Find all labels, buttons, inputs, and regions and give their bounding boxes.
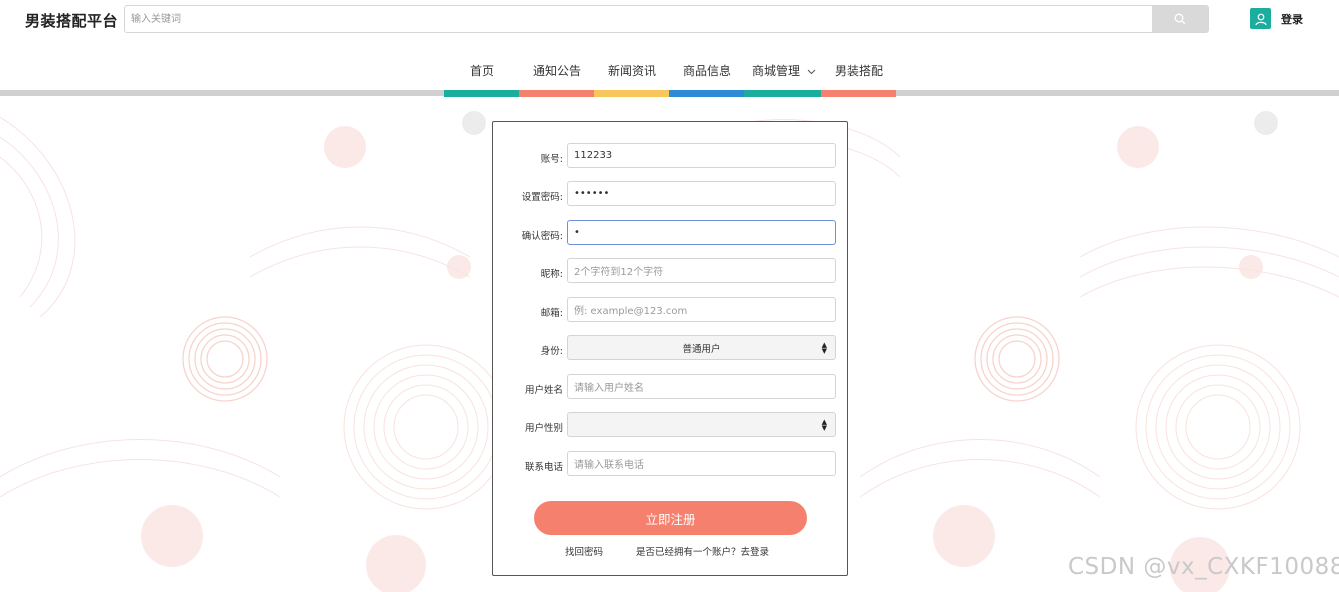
nav-item-mall-label: 商城管理 <box>752 64 801 78</box>
site-logo[interactable]: 男装搭配平台 <box>25 10 118 31</box>
nav-color-bar <box>519 90 594 97</box>
user-name-field[interactable]: 请输入用户姓名 <box>567 374 836 399</box>
account-label: 账号: <box>540 154 563 165</box>
email-field[interactable]: 例: example@123.com <box>567 297 836 322</box>
nav-item-outfits[interactable]: 男装搭配 <box>835 62 883 79</box>
select-arrows-icon: ▲ ▼ <box>821 418 827 432</box>
register-form: 账号: 112233 设置密码: •••••• 确认密码: • 昵称: 2个字符… <box>492 121 848 576</box>
confirm-password-field[interactable]: • <box>567 220 836 245</box>
forgot-password-link[interactable]: 找回密码 <box>565 544 603 558</box>
login-link[interactable]: 登录 <box>1281 11 1303 27</box>
phone-field[interactable]: 请输入联系电话 <box>567 451 836 476</box>
phone-label: 联系电话 <box>524 462 563 473</box>
go-login-link[interactable]: 是否已经拥有一个账户？去登录 <box>636 544 769 558</box>
search-button[interactable] <box>1152 6 1208 32</box>
nav-item-news[interactable]: 新闻资讯 <box>608 62 656 79</box>
nickname-field[interactable]: 2个字符到12个字符 <box>567 258 836 283</box>
nav-color-bar <box>444 90 519 97</box>
nav-color-bar <box>669 90 744 97</box>
user-icon[interactable] <box>1250 8 1271 29</box>
email-label: 邮箱: <box>540 308 563 319</box>
nav-item-products[interactable]: 商品信息 <box>683 62 731 79</box>
gender-label: 用户性别 <box>524 423 563 434</box>
identity-select[interactable]: 普通用户 ▲ ▼ <box>567 335 836 360</box>
nav-item-home[interactable]: 首页 <box>470 62 494 79</box>
top-bar: 男装搭配平台 登录 <box>0 0 1339 40</box>
password-field[interactable]: •••••• <box>567 181 836 206</box>
chevron-down-icon <box>807 69 816 74</box>
user-name-label: 用户姓名 <box>524 385 563 396</box>
nav-item-notices[interactable]: 通知公告 <box>533 62 581 79</box>
identity-label: 身份: <box>540 346 563 357</box>
search-input[interactable] <box>125 6 1153 32</box>
register-button[interactable]: 立即注册 <box>534 501 807 535</box>
search-bar <box>124 5 1209 33</box>
identity-select-value: 普通用户 <box>682 343 721 355</box>
search-icon <box>1174 13 1186 25</box>
nav-color-bar <box>821 90 896 97</box>
password-label: 设置密码: <box>521 192 563 203</box>
nav-color-bar <box>744 90 821 97</box>
nav-item-mall[interactable]: 商城管理 <box>752 62 816 79</box>
nickname-label: 昵称: <box>540 269 563 280</box>
confirm-password-label: 确认密码: <box>521 231 563 242</box>
main-nav: 首页 通知公告 新闻资讯 商品信息 商城管理 男装搭配 <box>0 40 1339 96</box>
nav-color-bar <box>594 90 669 97</box>
account-field[interactable]: 112233 <box>567 143 836 168</box>
watermark: CSDN @vx_CXKF10088 <box>1068 554 1339 580</box>
select-arrows-icon: ▲ ▼ <box>821 341 827 355</box>
gender-select[interactable]: ▲ ▼ <box>567 412 836 437</box>
